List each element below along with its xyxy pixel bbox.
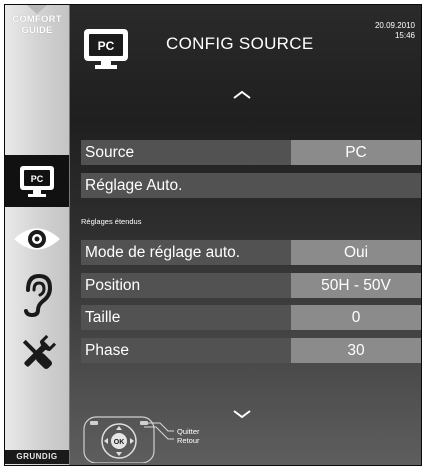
sidebar-item-settings[interactable] bbox=[5, 325, 69, 383]
time-text: 15:46 bbox=[394, 31, 415, 40]
menu-row-auto-adjust[interactable]: Réglage Auto. bbox=[81, 173, 421, 198]
pc-icon: PC bbox=[20, 166, 54, 197]
comfort-guide-line-1: COMFORT bbox=[12, 14, 62, 25]
date-text: 20.09.2010 bbox=[374, 21, 415, 30]
menu-row-label: Source bbox=[85, 144, 135, 161]
header-pc-icon: PC bbox=[84, 29, 128, 69]
header-pc-icon-text: PC bbox=[98, 39, 115, 53]
page-title: CONFIG SOURCE bbox=[166, 34, 314, 53]
menu-row-auto-mode[interactable]: Mode de réglage auto. Oui bbox=[81, 240, 421, 265]
section-label: Réglages étendus bbox=[81, 217, 142, 226]
menu-row-source[interactable]: Source PC bbox=[81, 140, 421, 165]
ok-button-label: OK bbox=[114, 439, 125, 446]
date-time: 20.09.2010 15:46 bbox=[375, 21, 415, 41]
menu-row-phase[interactable]: Phase 30 bbox=[81, 338, 421, 363]
sidebar-item-picture[interactable] bbox=[5, 213, 69, 265]
remote-navigation-icon: OK bbox=[83, 416, 174, 463]
menu-row-value[interactable]: PC bbox=[291, 140, 421, 165]
menu-row-label: Position bbox=[85, 277, 141, 294]
tv-menu-window: COMFORT GUIDE PC GRUNDIG PC CONFIG SOURC… bbox=[4, 4, 422, 466]
sidebar-item-source[interactable]: PC bbox=[5, 155, 69, 207]
sidebar-item-sound[interactable] bbox=[5, 267, 69, 323]
hint-quit: Quitter bbox=[177, 427, 200, 436]
menu-row-label: Phase bbox=[85, 342, 129, 359]
menu-row-size[interactable]: Taille 0 bbox=[81, 305, 421, 330]
menu-row-value[interactable]: Oui bbox=[291, 240, 421, 265]
scroll-down-icon[interactable] bbox=[233, 409, 251, 419]
tools-icon bbox=[22, 334, 57, 370]
comfort-guide-arrow-icon[interactable] bbox=[27, 5, 47, 14]
main-panel: PC CONFIG SOURCE 20.09.2010 15:46 Source… bbox=[70, 5, 421, 465]
menu-row-value[interactable]: 0 bbox=[291, 305, 421, 330]
menu-row-value[interactable]: 50H - 50V bbox=[291, 273, 421, 298]
menu-row-label: Réglage Auto. bbox=[85, 177, 183, 194]
comfort-guide-line-2: GUIDE bbox=[21, 25, 53, 36]
menu-row-value[interactable]: 30 bbox=[291, 338, 421, 363]
menu-row-label: Taille bbox=[85, 309, 121, 326]
menu-row-label: Mode de réglage auto. bbox=[85, 244, 241, 261]
comfort-guide-label[interactable]: COMFORT GUIDE bbox=[5, 14, 69, 36]
ear-icon bbox=[24, 273, 53, 318]
brand-logo: GRUNDIG bbox=[5, 450, 69, 464]
hint-back: Retour bbox=[177, 436, 200, 445]
pc-icon-text: PC bbox=[31, 174, 44, 184]
menu-row-position[interactable]: Position 50H - 50V bbox=[81, 273, 421, 298]
sidebar: COMFORT GUIDE PC GRUNDIG bbox=[5, 5, 70, 465]
eye-icon bbox=[14, 228, 60, 250]
scroll-up-icon[interactable] bbox=[233, 90, 251, 100]
